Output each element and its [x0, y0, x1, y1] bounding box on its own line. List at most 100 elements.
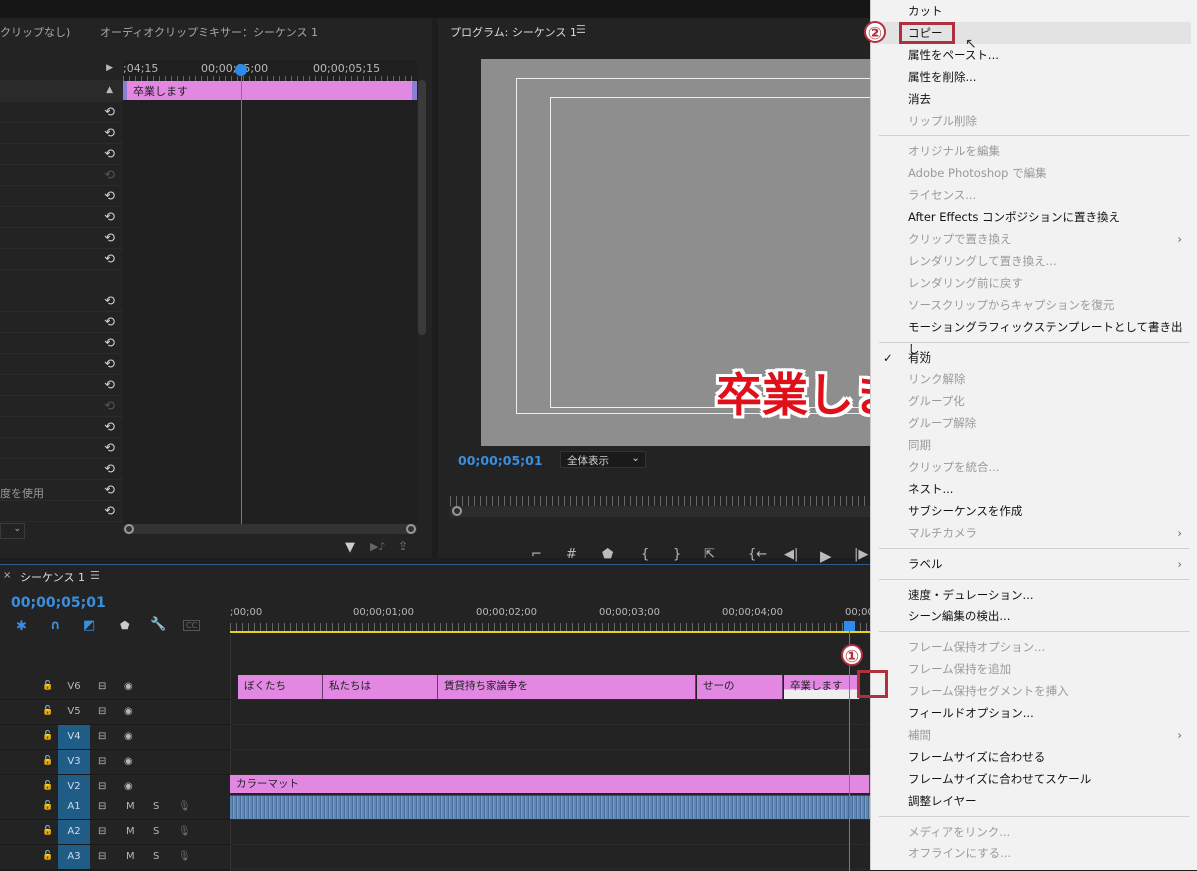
sync-lock-icon[interactable]: ⊟	[98, 826, 106, 837]
reset-icon[interactable]: ⟲	[104, 399, 115, 414]
track-label[interactable]: V3	[58, 750, 90, 774]
lock-icon[interactable]: 🔓	[42, 706, 53, 716]
video-frame[interactable]: 卒業しま	[481, 59, 870, 446]
step-forward-icon[interactable]: |▶	[854, 547, 868, 562]
program-timecode[interactable]: 00;00;05;01	[458, 453, 543, 468]
playhead-handle[interactable]	[844, 621, 855, 631]
snap-icon[interactable]: ∩	[50, 618, 61, 633]
work-area-bar[interactable]	[230, 631, 870, 633]
sync-lock-icon[interactable]: ⊟	[98, 851, 106, 862]
menu-item[interactable]: Adobe Photoshop で編集	[871, 162, 1197, 184]
mark-out-icon[interactable]: }	[673, 547, 681, 562]
menu-item[interactable]: リップル削除	[871, 110, 1197, 132]
menu-item[interactable]: シーン編集の検出...	[871, 605, 1197, 627]
play-audio-icon[interactable]: ▶♪	[370, 540, 385, 553]
microphone-icon[interactable]: 🎙	[178, 851, 191, 862]
menu-item[interactable]: ライセンス...	[871, 184, 1197, 206]
menu-item[interactable]: 速度・デュレーション...	[871, 584, 1197, 606]
timeline-timecode[interactable]: 00;00;05;01	[11, 595, 106, 611]
add-marker-icon[interactable]: ⬟	[120, 619, 130, 632]
lock-icon[interactable]: 🔓	[42, 801, 53, 811]
nest-icon[interactable]: ✱	[16, 619, 27, 634]
reset-icon[interactable]: ⟲	[104, 294, 115, 309]
menu-item[interactable]: グループ解除	[871, 412, 1197, 434]
filter-icon[interactable]: ▼	[345, 540, 355, 555]
panel-menu-icon[interactable]: ☰	[90, 569, 100, 582]
wrench-icon[interactable]: 🔧	[150, 617, 166, 632]
track-label[interactable]: A3	[58, 845, 90, 869]
microphone-icon[interactable]: 🎙	[178, 826, 191, 837]
menu-item[interactable]: 消去	[871, 88, 1197, 110]
lock-icon[interactable]: 🔓	[42, 851, 53, 861]
solo-button[interactable]: S	[153, 851, 159, 862]
mute-button[interactable]: M	[126, 801, 135, 812]
solo-button[interactable]: S	[153, 801, 159, 812]
menu-item[interactable]: レンダリング前に戻す	[871, 272, 1197, 294]
menu-item[interactable]: 属性をペースト...	[871, 44, 1197, 66]
menu-item[interactable]: レンダリングして置き換え...	[871, 250, 1197, 272]
clip[interactable]: ぼくたち	[238, 675, 323, 699]
eye-icon[interactable]: ◉	[124, 731, 133, 742]
menu-item[interactable]: 属性を削除...	[871, 66, 1197, 88]
reset-icon[interactable]: ⟲	[104, 483, 115, 498]
track-label[interactable]: A1	[58, 795, 90, 819]
sync-lock-icon[interactable]: ⊟	[98, 781, 106, 792]
reset-icon[interactable]: ⟲	[104, 210, 115, 225]
eye-icon[interactable]: ◉	[124, 681, 133, 692]
menu-item[interactable]: After Effects コンポジションに置き換え	[871, 206, 1197, 228]
mute-button[interactable]: M	[126, 851, 135, 862]
sync-lock-icon[interactable]: ⊟	[98, 706, 106, 717]
linked-selection-icon[interactable]: ◩	[83, 618, 95, 633]
menu-item[interactable]: オリジナルを編集	[871, 140, 1197, 162]
reset-icon[interactable]: ⟲	[104, 357, 115, 372]
lock-icon[interactable]: 🔓	[42, 731, 53, 741]
menu-item[interactable]: カット	[871, 0, 1197, 22]
menu-item[interactable]: クリップを統合...	[871, 456, 1197, 478]
menu-item[interactable]: ラベル ›	[871, 553, 1197, 575]
menu-item[interactable]: オフラインにする...	[871, 842, 1197, 864]
clip[interactable]: 私たちは	[323, 675, 438, 699]
track-label[interactable]: V5	[58, 700, 90, 724]
microphone-icon[interactable]: 🎙	[178, 801, 191, 812]
close-tab-icon[interactable]: ×	[3, 570, 11, 581]
time-ruler[interactable]: ;00;00 00;00;01;00 00;00;02;00 00;00;03;00 0…	[230, 603, 906, 635]
menu-item[interactable]: リンク解除	[871, 368, 1197, 390]
eye-icon[interactable]: ◉	[124, 781, 133, 792]
clip[interactable]: 賃貸持ち家論争を	[438, 675, 696, 699]
zoom-level-dropdown[interactable]: 全体表示 ⌄	[560, 451, 646, 468]
lock-icon[interactable]: 🔓	[42, 681, 53, 691]
expand-icon[interactable]: ▶	[106, 63, 113, 73]
export-icon[interactable]: ⇪	[398, 539, 408, 553]
scrollbar[interactable]	[418, 80, 426, 335]
reset-icon[interactable]: ⟲	[104, 420, 115, 435]
menu-item[interactable]: ソースクリップからキャプションを復元	[871, 294, 1197, 316]
reset-icon[interactable]: ⟲	[104, 336, 115, 351]
lock-icon[interactable]: 🔓	[42, 781, 53, 791]
track-label[interactable]: V4	[58, 725, 90, 749]
scrub-bar[interactable]	[450, 506, 870, 517]
collapse-icon[interactable]: ▲	[106, 85, 113, 95]
menu-item[interactable]: フレーム保持セグメントを挿入	[871, 680, 1197, 702]
reset-icon[interactable]: ⟲	[104, 315, 115, 330]
reset-icon[interactable]: ⟲	[104, 189, 115, 204]
clip-color-matte[interactable]: カラーマット	[230, 775, 870, 793]
captions-icon[interactable]: CC	[183, 620, 201, 631]
reset-icon[interactable]: ⟲	[104, 168, 115, 183]
zoom-scrollbar[interactable]	[123, 524, 417, 534]
reset-icon[interactable]: ⟲	[104, 462, 115, 477]
sync-lock-icon[interactable]: ⊟	[98, 731, 106, 742]
add-marker-icon[interactable]: ⬟	[602, 547, 613, 562]
track-label[interactable]: A2	[58, 820, 90, 844]
play-icon[interactable]: ▶	[820, 547, 832, 565]
eye-icon[interactable]: ◉	[124, 756, 133, 767]
menu-item[interactable]: メディアをリンク...	[871, 821, 1197, 843]
menu-item[interactable]: フレームサイズに合わせてスケール	[871, 768, 1197, 790]
reset-icon[interactable]: ⟲	[104, 147, 115, 162]
reset-icon[interactable]: ⟲	[104, 504, 115, 519]
menu-item[interactable]: ネスト...	[871, 478, 1197, 500]
go-to-in-icon[interactable]: ⇱	[704, 547, 715, 562]
menu-item[interactable]: 補間 ›	[871, 724, 1197, 746]
solo-button[interactable]: S	[153, 826, 159, 837]
marker-in-icon[interactable]: ⌐	[531, 547, 542, 562]
sync-lock-icon[interactable]: ⊟	[98, 756, 106, 767]
